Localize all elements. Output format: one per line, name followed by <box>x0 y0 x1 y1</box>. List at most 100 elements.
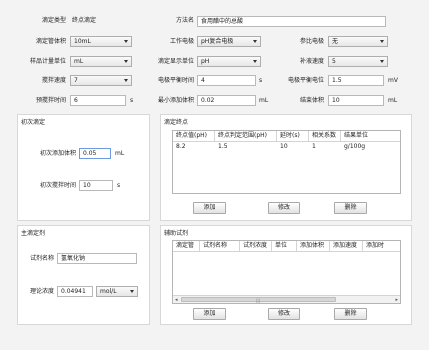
stir-speed-label: 搅拌速度 <box>41 77 66 84</box>
initial-titration-group: 初次滴定 初次添加体积 0.05 mL 初次搅拌时间 10 s <box>17 114 150 221</box>
sample-unit-value: mL <box>74 58 84 65</box>
potential-balance-time-unit: s <box>259 77 263 84</box>
initial-stir-time-input[interactable]: 10 <box>79 180 113 191</box>
aux-reagent-table[interactable]: 滴定管 试剂名称 试剂浓度 单位 添加体积 添加速度 添加时 ◂ ||| ▸ <box>172 240 401 304</box>
aux-col-add-time[interactable]: 添加时 <box>363 241 400 252</box>
scrollbar-grip-icon: ||| <box>256 298 261 303</box>
burette-volume-value: 10mL <box>74 38 91 45</box>
table-row[interactable]: 8.2 1.5 10 1 g/100g <box>173 142 400 152</box>
chevron-down-icon <box>380 60 384 63</box>
endpoint-cell-coefficient: 1 <box>312 143 316 150</box>
titration-type-label: 滴定类型 <box>41 17 66 24</box>
display-unit-value: pH <box>201 58 210 65</box>
endpoint-edit-button[interactable]: 修改 <box>268 202 300 214</box>
aux-reagent-title: 辅助试剂 <box>164 230 189 237</box>
reagent-name-input[interactable]: 氢氧化钠 <box>57 253 137 264</box>
scroll-left-arrow-icon[interactable]: ◂ <box>175 297 178 303</box>
min-add-volume-input[interactable]: 0.02 <box>197 95 256 106</box>
aux-table-horizontal-scrollbar[interactable]: ◂ ||| ▸ <box>173 295 400 303</box>
burette-volume-select[interactable]: 10mL <box>70 36 132 47</box>
stir-speed-value: 7 <box>74 77 78 84</box>
concentration-label: 理论浓度 <box>29 288 54 295</box>
aux-table-header: 滴定管 试剂名称 试剂浓度 单位 添加体积 添加速度 添加时 <box>173 241 400 252</box>
chevron-down-icon <box>253 60 257 63</box>
endpoint-col-coefficient[interactable]: 相关系数 <box>309 131 341 142</box>
concentration-unit-value: mol/L <box>100 288 117 295</box>
endpoint-col-value[interactable]: 终点值(pH) <box>173 131 215 142</box>
burette-volume-label: 滴定管体积 <box>35 38 66 45</box>
pre-stir-time-unit: s <box>130 97 134 104</box>
pre-stir-time-input[interactable]: 6 <box>70 95 126 106</box>
method-name-label: 方法名 <box>175 17 194 24</box>
aux-col-add-volume[interactable]: 添加体积 <box>297 241 330 252</box>
sample-unit-select[interactable]: mL <box>70 56 132 67</box>
potential-balance-value-input[interactable]: 1.5 <box>328 75 384 86</box>
initial-stir-time-unit: s <box>117 182 121 189</box>
concentration-unit-select[interactable]: mol/L <box>96 286 138 297</box>
display-unit-label: 滴定显示单位 <box>157 58 194 65</box>
chevron-down-icon <box>130 290 134 293</box>
stir-speed-select[interactable]: 7 <box>70 75 132 86</box>
working-electrode-select[interactable]: pH复合电极 <box>197 36 261 47</box>
initial-stir-time-label: 初次搅拌时间 <box>39 182 76 189</box>
potential-balance-time-label: 电极平衡时间 <box>157 77 194 84</box>
reference-electrode-select[interactable]: 无 <box>328 36 388 47</box>
endpoint-col-range[interactable]: 终点判定范围(pH) <box>215 131 277 142</box>
scrollbar-thumb[interactable]: ||| <box>181 297 336 303</box>
endpoint-delete-button[interactable]: 删除 <box>334 202 367 214</box>
initial-titration-title: 初次滴定 <box>21 119 46 126</box>
refill-speed-label: 补液速度 <box>299 58 324 65</box>
endpoint-cell-range: 1.5 <box>218 143 228 150</box>
initial-add-volume-input[interactable]: 0.05 <box>79 148 111 159</box>
chevron-down-icon <box>253 40 257 43</box>
potential-balance-value-label: 电极平衡电位 <box>287 77 324 84</box>
aux-col-reagent-name[interactable]: 试剂名称 <box>200 241 240 252</box>
chevron-down-icon <box>124 40 128 43</box>
reagent-name-label: 试剂名称 <box>29 255 54 262</box>
method-name-input[interactable]: 食用醋中的总酸 <box>197 16 386 27</box>
chevron-down-icon <box>380 40 384 43</box>
aux-add-button[interactable]: 添加 <box>193 308 226 320</box>
end-volume-unit: mL <box>388 97 398 104</box>
refill-speed-select[interactable]: 5 <box>328 56 388 67</box>
sample-unit-label: 样品计量单位 <box>29 58 66 65</box>
endpoint-table-header: 终点值(pH) 终点判定范围(pH) 延时(s) 相关系数 结果单位 <box>173 131 400 142</box>
end-volume-label: 结束体积 <box>299 97 324 104</box>
end-volume-input[interactable]: 10 <box>328 95 384 106</box>
endpoint-title: 滴定终点 <box>164 119 189 126</box>
main-reagent-group: 主滴定剂 试剂名称 氢氧化钠 理论浓度 0.04941 mol/L <box>17 225 150 325</box>
endpoint-cell-result-unit: g/100g <box>344 143 366 150</box>
endpoint-col-result-unit[interactable]: 结果单位 <box>341 131 400 142</box>
initial-add-volume-label: 初次添加体积 <box>39 150 76 157</box>
chevron-down-icon <box>124 60 128 63</box>
endpoint-col-delay[interactable]: 延时(s) <box>277 131 309 142</box>
min-add-volume-unit: mL <box>259 97 269 104</box>
initial-add-volume-unit: mL <box>115 150 125 157</box>
endpoint-group: 滴定终点 终点值(pH) 终点判定范围(pH) 延时(s) 相关系数 结果单位 … <box>160 114 412 221</box>
working-electrode-value: pH复合电极 <box>201 38 234 45</box>
endpoint-cell-value: 8.2 <box>176 143 186 150</box>
scroll-right-arrow-icon[interactable]: ▸ <box>395 297 398 303</box>
potential-balance-value-unit: mV <box>388 77 398 84</box>
pre-stir-time-label: 预搅拌时间 <box>35 97 66 104</box>
endpoint-table[interactable]: 终点值(pH) 终点判定范围(pH) 延时(s) 相关系数 结果单位 8.2 1… <box>172 130 401 194</box>
reference-electrode-label: 参比电极 <box>299 38 324 45</box>
min-add-volume-label: 最小添加体积 <box>157 97 194 104</box>
endpoint-add-button[interactable]: 添加 <box>193 202 226 214</box>
reference-electrode-value: 无 <box>332 38 339 45</box>
aux-edit-button[interactable]: 修改 <box>268 308 300 320</box>
endpoint-cell-delay: 10 <box>280 143 288 150</box>
aux-reagent-group: 辅助试剂 滴定管 试剂名称 试剂浓度 单位 添加体积 添加速度 添加时 ◂ ||… <box>160 225 412 325</box>
concentration-input[interactable]: 0.04941 <box>57 286 93 297</box>
aux-col-concentration[interactable]: 试剂浓度 <box>240 241 272 252</box>
aux-delete-button[interactable]: 删除 <box>334 308 367 320</box>
display-unit-select[interactable]: pH <box>197 56 261 67</box>
main-reagent-title: 主滴定剂 <box>21 230 46 237</box>
refill-speed-value: 5 <box>332 58 336 65</box>
titration-type-value: 终点滴定 <box>72 17 97 24</box>
potential-balance-time-input[interactable]: 4 <box>197 75 256 86</box>
aux-col-burette[interactable]: 滴定管 <box>173 241 200 252</box>
aux-col-unit[interactable]: 单位 <box>272 241 297 252</box>
chevron-down-icon <box>124 79 128 82</box>
aux-col-add-speed[interactable]: 添加速度 <box>330 241 363 252</box>
